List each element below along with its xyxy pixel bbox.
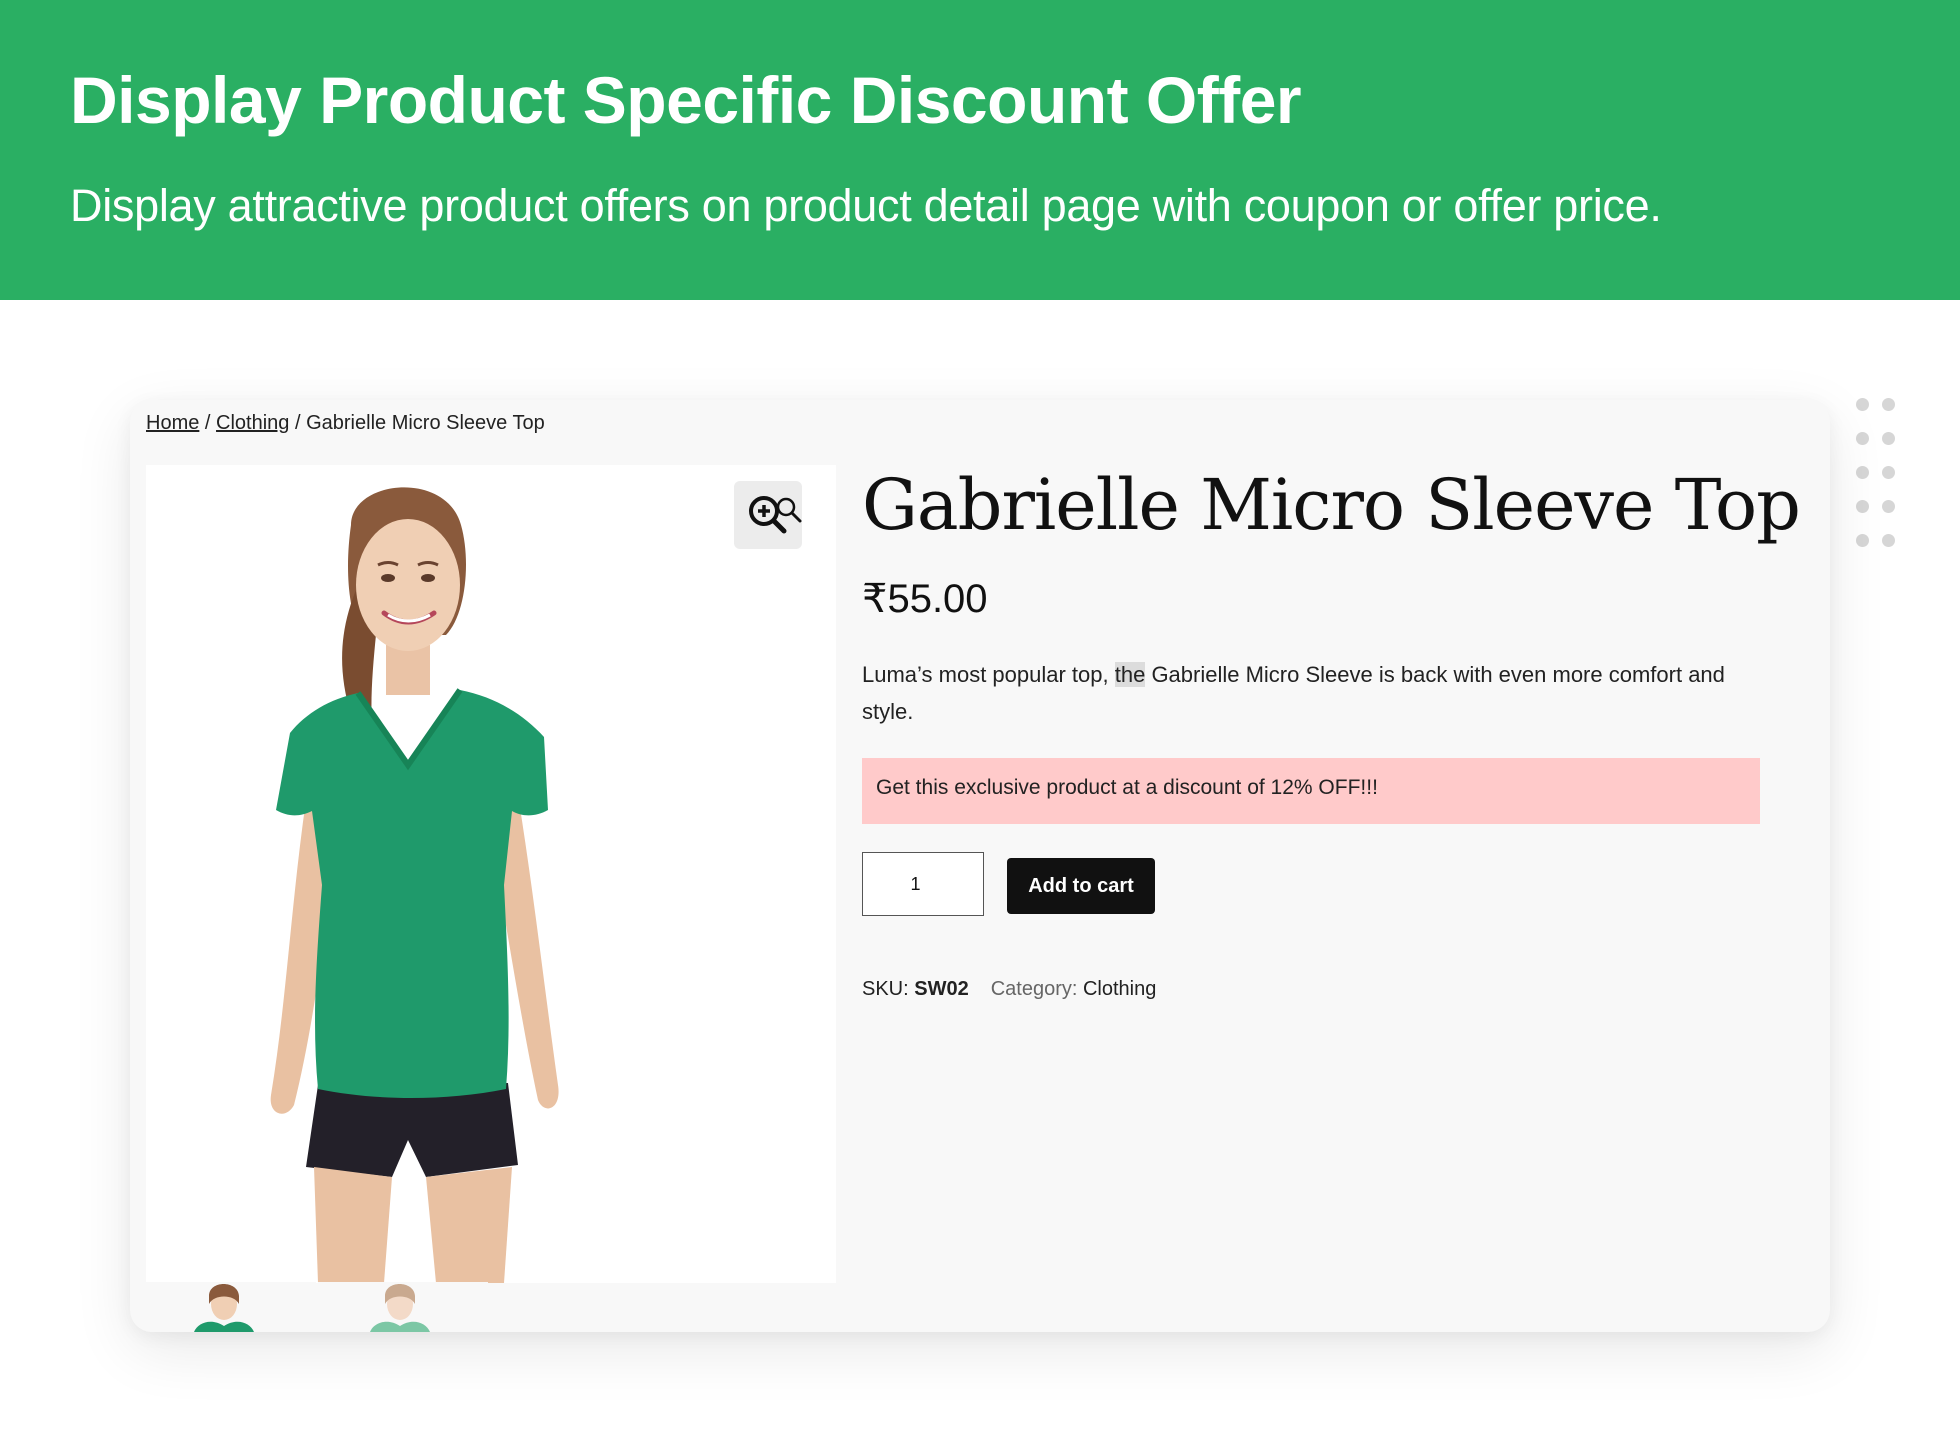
thumbnail-image [194,1284,254,1332]
dot [1856,500,1869,513]
breadcrumb: Home / Clothing / Gabrielle Micro Sleeve… [146,412,545,435]
thumbnail-image [370,1284,430,1332]
add-to-cart-button[interactable]: Add to cart [1007,858,1155,914]
description-highlight: the [1114,662,1146,687]
quantity-input[interactable] [862,852,984,916]
dot [1856,534,1869,547]
dot [1856,432,1869,445]
product-meta: SKU: SW02 Category: Clothing [862,978,1156,1001]
thumbnail[interactable] [146,1282,316,1332]
breadcrumb-home-link[interactable]: Home [146,412,199,434]
breadcrumb-separator: / [289,412,307,434]
discount-offer-notice: Get this exclusive product at a discount… [862,758,1760,824]
product-image-gallery[interactable] [146,465,836,1283]
dot [1856,398,1869,411]
breadcrumb-current: Gabrielle Micro Sleeve Top [306,412,545,434]
dot [1856,466,1869,479]
description-text: Luma’s most popular top, [862,662,1115,687]
thumbnail[interactable] [318,1282,488,1332]
sku-label: SKU: [862,978,915,1000]
breadcrumb-separator: / [199,412,217,434]
breadcrumb-category-link[interactable]: Clothing [216,412,289,434]
product-title: Gabrielle Micro Sleeve Top [862,464,1801,546]
dot [1882,398,1895,411]
product-price: ₹55.00 [862,577,988,621]
header-banner: Display Product Specific Discount Offer … [0,0,1960,300]
product-description: Luma’s most popular top, the Gabrielle M… [862,656,1762,730]
banner-subtitle: Display attractive product offers on pro… [70,180,1662,231]
sku-value: SW02 [914,978,969,1000]
dot [1882,466,1895,479]
banner-title: Display Product Specific Discount Offer [70,63,1302,137]
dot [1882,534,1895,547]
thumbnail-strip [146,1282,626,1332]
category-link[interactable]: Clothing [1083,978,1156,1000]
decorative-dot-grid [1856,398,1908,558]
dot [1882,500,1895,513]
dot [1882,432,1895,445]
product-page-screenshot: Home / Clothing / Gabrielle Micro Sleeve… [130,400,1830,1332]
product-image [270,487,559,1283]
search-icon[interactable] [774,495,804,525]
category-label: Category: [990,978,1083,1000]
